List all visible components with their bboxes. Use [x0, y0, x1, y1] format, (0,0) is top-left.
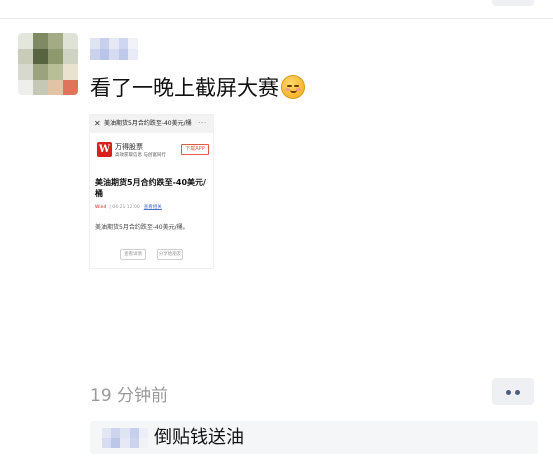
- previous-post-more-button[interactable]: [492, 0, 534, 6]
- more-menu-icon: ···: [198, 120, 207, 127]
- image-title-bar: ✕ 美油期货5月合约跌至-40美元/桶 ···: [90, 115, 213, 133]
- wind-logo-icon: W: [97, 142, 112, 157]
- article-date: | 04-21 12:00: [109, 205, 140, 210]
- app-slogan: 高效获取信息 与创富同行: [115, 153, 166, 158]
- article-body: 美油期货5月合约跌至-40美元/桶。: [95, 224, 189, 231]
- comment-text: 倒贴钱送油: [154, 427, 244, 448]
- article-source: Wind: [95, 205, 107, 210]
- nickname[interactable]: [90, 38, 138, 60]
- article-headline: 美油期货5月合约跌至-40美元/桶: [95, 178, 206, 198]
- comment-author[interactable]: [102, 428, 148, 448]
- share-button: 分享给朋友: [157, 249, 183, 260]
- post-text-content: 看了一晚上截屏大赛: [90, 76, 279, 100]
- app-name: 万得股票: [115, 143, 143, 151]
- dot-icon: [506, 390, 511, 395]
- article-meta: Wind | 04-21 12:00 查看相关: [95, 204, 162, 210]
- comment-list: 倒贴钱送油: [90, 421, 538, 454]
- post-divider: [0, 18, 553, 19]
- app-banner: W 万得股票 高效获取信息 与创富同行 下载APP: [94, 139, 211, 161]
- pleading-face-emoji-icon: [281, 75, 305, 99]
- avatar[interactable]: [18, 33, 78, 95]
- download-app-button: 下载APP: [181, 144, 209, 155]
- post-time: 19 分钟前: [90, 386, 169, 406]
- more-actions-button[interactable]: [492, 378, 534, 405]
- image-page-title: 美油期货5月合约跌至-40美元/桶: [104, 120, 192, 127]
- dot-icon: [515, 390, 520, 395]
- view-details-button: 查看详情: [120, 249, 146, 260]
- close-icon: ✕: [94, 119, 101, 128]
- post-text: 看了一晚上截屏大赛: [90, 73, 305, 103]
- post-image[interactable]: ✕ 美油期货5月合约跌至-40美元/桶 ··· W 万得股票 高效获取信息 与创…: [89, 114, 214, 269]
- related-link: 查看相关: [143, 205, 162, 210]
